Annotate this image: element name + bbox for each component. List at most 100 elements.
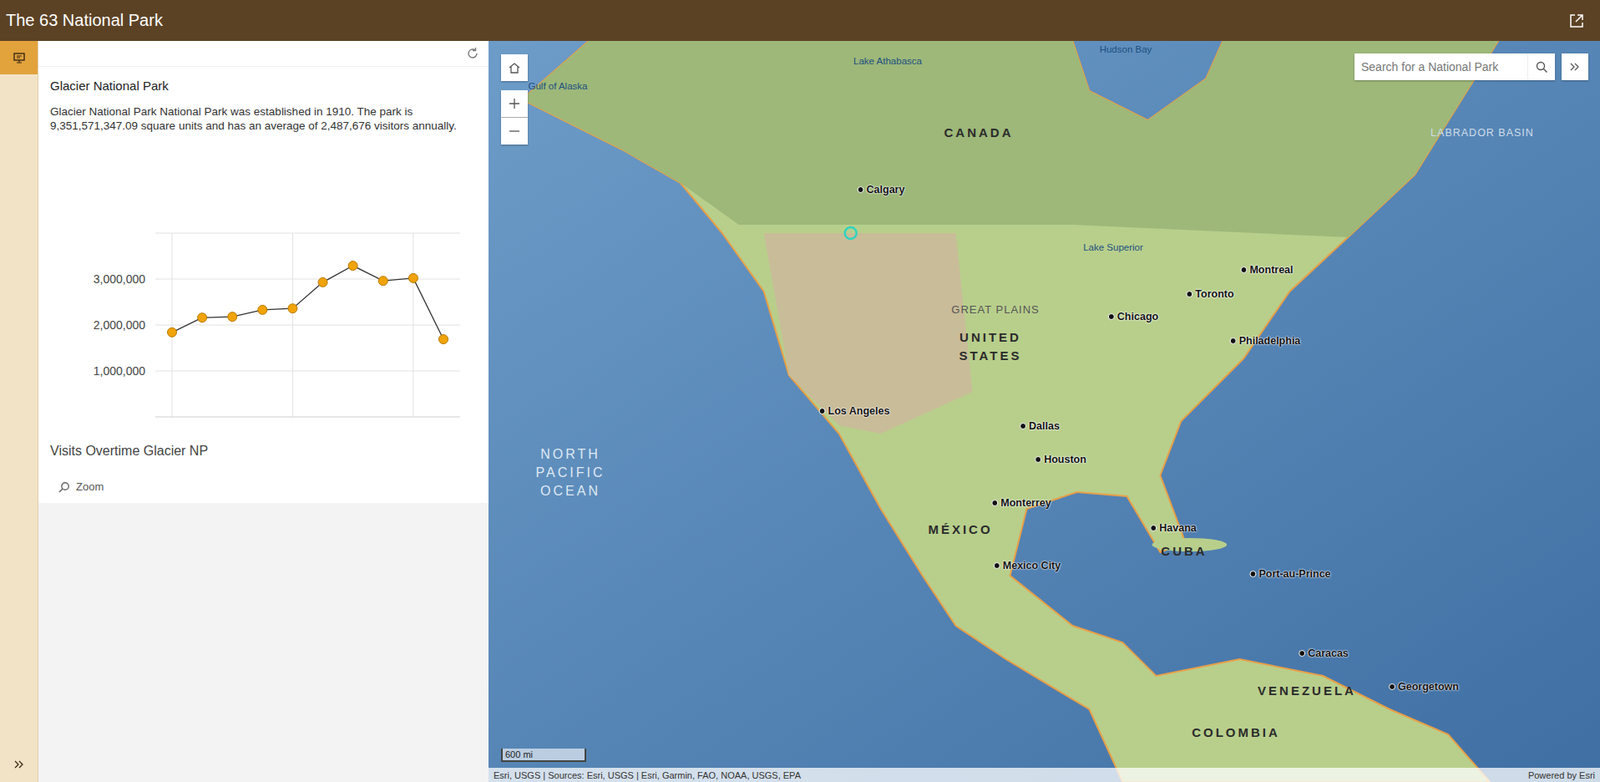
city-dot [1034,455,1042,463]
map-label: COLOMBIA [1185,723,1287,742]
magnifier-icon [1535,60,1549,74]
map-label: UNITED STATES [940,328,1041,365]
map-label: Monterrey [991,496,1051,509]
city-dot [1108,313,1115,320]
app: The 63 National Park Glacier National Pa… [0,0,1600,782]
data-point[interactable] [318,277,328,287]
city-dot [1149,524,1157,532]
city-dot [993,562,1001,569]
map-label: Hudson Bay [1099,44,1153,55]
data-point[interactable] [288,303,298,314]
map-label: Calgary [857,183,906,196]
visits-line [172,265,444,340]
park-outline[interactable] [845,227,857,239]
side-strip [0,40,39,782]
scale-bar: 600 mi [501,748,587,762]
map-label: Lake Athabasca [853,55,922,66]
grid-line [155,232,461,234]
board-icon [12,50,26,65]
share-icon[interactable] [1568,12,1585,30]
header: The 63 National Park [0,0,1600,41]
city-dot [857,186,865,193]
city-dot [1298,649,1306,657]
city-dot [1249,570,1256,578]
powered-by[interactable]: Powered by Esri [1528,769,1595,780]
search-bar: Search for a National Park [1354,53,1589,81]
city-dot [1185,290,1193,298]
map-label: NORTH PACIFIC OCEAN [516,445,625,501]
zoom-in-button[interactable] [501,90,528,117]
map-label: Toronto [1185,288,1234,300]
map-label: GREAT PLAINS [951,303,1039,316]
attribution-bar: Esri, USGS | Sources: Esri, USGS | Esri,… [488,767,1600,782]
zoom-out-button[interactable] [501,117,528,145]
map-label: Port-au-Prince [1249,567,1331,580]
map-label: Mexico City [993,559,1061,572]
city-dot [1388,683,1396,690]
double-chevron-icon [1569,60,1581,73]
city-dot [1019,422,1027,430]
data-point[interactable] [197,313,208,323]
visits-chart: 3,000,000 2,000,000 1,000,000 [55,222,465,421]
map-label: VENEZUELA [1256,681,1357,700]
map-label: Chicago [1108,310,1159,323]
x-axis [155,416,461,418]
main: Glacier National Park Glacier National P… [0,40,1600,782]
refresh-icon[interactable] [465,45,481,61]
map-label: Philadelphia [1230,334,1302,347]
grid-line [155,324,461,326]
data-point[interactable] [227,312,238,322]
data-point[interactable] [408,273,418,283]
home-icon [507,60,522,75]
attribution: Esri, USGS | Sources: Esri, USGS | Esri,… [493,769,801,780]
zoom-controls [501,90,528,145]
card-toolbar [38,40,489,67]
app-title: The 63 National Park [5,10,163,31]
map-label: Havana [1149,521,1196,534]
collapse-button[interactable] [1561,53,1589,81]
y-tick: 3,000,000 [93,272,146,286]
expand-icon[interactable] [13,758,26,770]
details-panel: Glacier National Park Glacier National P… [38,40,489,782]
data-point[interactable] [167,327,178,337]
y-tick: 1,000,000 [93,364,146,378]
map-label: Montreal [1240,263,1293,276]
park-title: Glacier National Park [50,78,477,93]
chart-title: Visits Overtime Glacier NP [50,443,477,459]
zoom-action[interactable]: Zoom [50,475,477,498]
grid-line [172,232,173,417]
data-point[interactable] [439,334,449,345]
details-tab[interactable] [0,40,38,75]
map-label: Gulf of Alaska [528,81,588,92]
map-controls [501,54,528,145]
map[interactable]: CANADA UNITED STATES MÉXICO VENEZUELA CO… [488,40,1600,782]
plus-icon [508,97,521,110]
data-point[interactable] [378,276,388,286]
details-card: Glacier National Park Glacier National P… [38,40,489,503]
map-label: Los Angeles [819,405,891,417]
city-dot [819,407,826,415]
data-point[interactable] [348,261,358,271]
home-button[interactable] [501,54,528,82]
city-dot [991,499,998,507]
minus-icon [508,125,521,137]
map-label: CANADA [928,123,1029,142]
basemap [488,40,1600,782]
map-label: MÉXICO [910,520,1011,539]
park-description: Glacier National Park National Park was … [50,104,477,133]
city-dot [1230,337,1237,345]
data-point[interactable] [258,304,268,314]
map-label: Caracas [1298,647,1349,659]
search-placeholder: Search for a National Park [1354,60,1528,74]
magnifier-icon [58,481,71,493]
search-field[interactable]: Search for a National Park [1354,53,1555,81]
map-label: Dallas [1019,420,1060,432]
map-label: CUBA [1134,541,1235,561]
grid-line [292,232,294,417]
zoom-label: Zoom [75,480,104,493]
y-tick: 2,000,000 [93,318,146,332]
map-label: Georgetown [1388,680,1459,693]
map-label: LABRADOR BASIN [1430,126,1535,139]
search-button[interactable] [1527,53,1555,81]
grid-line [155,370,461,372]
